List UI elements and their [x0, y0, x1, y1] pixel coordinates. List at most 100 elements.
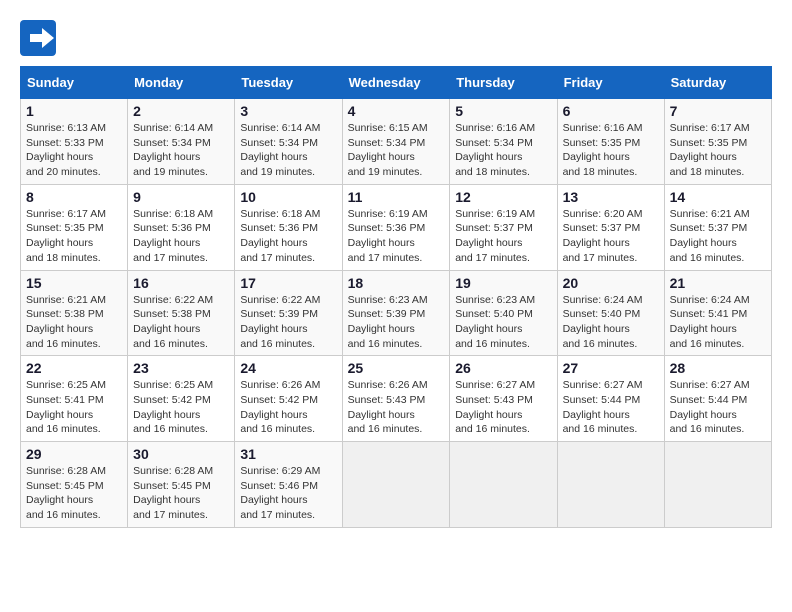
- week-row-4: 22 Sunrise: 6:25 AM Sunset: 5:41 PM Dayl…: [21, 356, 772, 442]
- day-number: 25: [348, 360, 445, 376]
- header-row: SundayMondayTuesdayWednesdayThursdayFrid…: [21, 67, 772, 99]
- day-info: Sunrise: 6:19 AM Sunset: 5:36 PM Dayligh…: [348, 207, 445, 266]
- day-cell: 12 Sunrise: 6:19 AM Sunset: 5:37 PM Dayl…: [450, 184, 557, 270]
- col-header-tuesday: Tuesday: [235, 67, 342, 99]
- day-cell: 21 Sunrise: 6:24 AM Sunset: 5:41 PM Dayl…: [664, 270, 771, 356]
- day-number: 26: [455, 360, 551, 376]
- day-cell: 7 Sunrise: 6:17 AM Sunset: 5:35 PM Dayli…: [664, 99, 771, 185]
- week-row-1: 1 Sunrise: 6:13 AM Sunset: 5:33 PM Dayli…: [21, 99, 772, 185]
- day-number: 21: [670, 275, 766, 291]
- day-cell: 16 Sunrise: 6:22 AM Sunset: 5:38 PM Dayl…: [128, 270, 235, 356]
- day-cell: 23 Sunrise: 6:25 AM Sunset: 5:42 PM Dayl…: [128, 356, 235, 442]
- day-number: 8: [26, 189, 122, 205]
- day-cell: 26 Sunrise: 6:27 AM Sunset: 5:43 PM Dayl…: [450, 356, 557, 442]
- col-header-saturday: Saturday: [664, 67, 771, 99]
- day-number: 18: [348, 275, 445, 291]
- day-cell: 4 Sunrise: 6:15 AM Sunset: 5:34 PM Dayli…: [342, 99, 450, 185]
- day-number: 31: [240, 446, 336, 462]
- week-row-3: 15 Sunrise: 6:21 AM Sunset: 5:38 PM Dayl…: [21, 270, 772, 356]
- day-number: 12: [455, 189, 551, 205]
- day-info: Sunrise: 6:28 AM Sunset: 5:45 PM Dayligh…: [133, 464, 229, 523]
- day-info: Sunrise: 6:27 AM Sunset: 5:43 PM Dayligh…: [455, 378, 551, 437]
- col-header-wednesday: Wednesday: [342, 67, 450, 99]
- day-cell: 2 Sunrise: 6:14 AM Sunset: 5:34 PM Dayli…: [128, 99, 235, 185]
- day-info: Sunrise: 6:16 AM Sunset: 5:35 PM Dayligh…: [563, 121, 659, 180]
- day-cell: 30 Sunrise: 6:28 AM Sunset: 5:45 PM Dayl…: [128, 442, 235, 528]
- day-number: 5: [455, 103, 551, 119]
- day-info: Sunrise: 6:17 AM Sunset: 5:35 PM Dayligh…: [670, 121, 766, 180]
- day-info: Sunrise: 6:19 AM Sunset: 5:37 PM Dayligh…: [455, 207, 551, 266]
- day-number: 2: [133, 103, 229, 119]
- day-info: Sunrise: 6:28 AM Sunset: 5:45 PM Dayligh…: [26, 464, 122, 523]
- col-header-monday: Monday: [128, 67, 235, 99]
- day-info: Sunrise: 6:22 AM Sunset: 5:39 PM Dayligh…: [240, 293, 336, 352]
- day-info: Sunrise: 6:23 AM Sunset: 5:39 PM Dayligh…: [348, 293, 445, 352]
- day-cell: 24 Sunrise: 6:26 AM Sunset: 5:42 PM Dayl…: [235, 356, 342, 442]
- day-cell: 3 Sunrise: 6:14 AM Sunset: 5:34 PM Dayli…: [235, 99, 342, 185]
- day-cell: 9 Sunrise: 6:18 AM Sunset: 5:36 PM Dayli…: [128, 184, 235, 270]
- day-number: 22: [26, 360, 122, 376]
- day-number: 16: [133, 275, 229, 291]
- day-number: 14: [670, 189, 766, 205]
- logo: [20, 20, 60, 56]
- day-number: 23: [133, 360, 229, 376]
- day-number: 27: [563, 360, 659, 376]
- day-number: 6: [563, 103, 659, 119]
- day-cell: [342, 442, 450, 528]
- day-info: Sunrise: 6:18 AM Sunset: 5:36 PM Dayligh…: [133, 207, 229, 266]
- day-number: 11: [348, 189, 445, 205]
- col-header-friday: Friday: [557, 67, 664, 99]
- day-number: 19: [455, 275, 551, 291]
- week-row-5: 29 Sunrise: 6:28 AM Sunset: 5:45 PM Dayl…: [21, 442, 772, 528]
- day-info: Sunrise: 6:27 AM Sunset: 5:44 PM Dayligh…: [670, 378, 766, 437]
- day-info: Sunrise: 6:24 AM Sunset: 5:41 PM Dayligh…: [670, 293, 766, 352]
- day-number: 17: [240, 275, 336, 291]
- day-cell: 14 Sunrise: 6:21 AM Sunset: 5:37 PM Dayl…: [664, 184, 771, 270]
- day-info: Sunrise: 6:26 AM Sunset: 5:43 PM Dayligh…: [348, 378, 445, 437]
- day-number: 28: [670, 360, 766, 376]
- day-number: 7: [670, 103, 766, 119]
- day-cell: 31 Sunrise: 6:29 AM Sunset: 5:46 PM Dayl…: [235, 442, 342, 528]
- day-cell: 18 Sunrise: 6:23 AM Sunset: 5:39 PM Dayl…: [342, 270, 450, 356]
- day-number: 15: [26, 275, 122, 291]
- day-number: 24: [240, 360, 336, 376]
- day-info: Sunrise: 6:25 AM Sunset: 5:41 PM Dayligh…: [26, 378, 122, 437]
- header: [20, 20, 772, 56]
- day-info: Sunrise: 6:17 AM Sunset: 5:35 PM Dayligh…: [26, 207, 122, 266]
- day-info: Sunrise: 6:21 AM Sunset: 5:37 PM Dayligh…: [670, 207, 766, 266]
- day-cell: 29 Sunrise: 6:28 AM Sunset: 5:45 PM Dayl…: [21, 442, 128, 528]
- day-cell: 8 Sunrise: 6:17 AM Sunset: 5:35 PM Dayli…: [21, 184, 128, 270]
- day-cell: 25 Sunrise: 6:26 AM Sunset: 5:43 PM Dayl…: [342, 356, 450, 442]
- day-info: Sunrise: 6:29 AM Sunset: 5:46 PM Dayligh…: [240, 464, 336, 523]
- day-info: Sunrise: 6:21 AM Sunset: 5:38 PM Dayligh…: [26, 293, 122, 352]
- day-info: Sunrise: 6:18 AM Sunset: 5:36 PM Dayligh…: [240, 207, 336, 266]
- day-number: 13: [563, 189, 659, 205]
- day-number: 1: [26, 103, 122, 119]
- day-cell: 1 Sunrise: 6:13 AM Sunset: 5:33 PM Dayli…: [21, 99, 128, 185]
- day-cell: 13 Sunrise: 6:20 AM Sunset: 5:37 PM Dayl…: [557, 184, 664, 270]
- day-cell: 22 Sunrise: 6:25 AM Sunset: 5:41 PM Dayl…: [21, 356, 128, 442]
- day-info: Sunrise: 6:14 AM Sunset: 5:34 PM Dayligh…: [133, 121, 229, 180]
- col-header-thursday: Thursday: [450, 67, 557, 99]
- day-number: 29: [26, 446, 122, 462]
- day-cell: [557, 442, 664, 528]
- day-info: Sunrise: 6:26 AM Sunset: 5:42 PM Dayligh…: [240, 378, 336, 437]
- day-cell: 19 Sunrise: 6:23 AM Sunset: 5:40 PM Dayl…: [450, 270, 557, 356]
- day-cell: 20 Sunrise: 6:24 AM Sunset: 5:40 PM Dayl…: [557, 270, 664, 356]
- day-cell: 17 Sunrise: 6:22 AM Sunset: 5:39 PM Dayl…: [235, 270, 342, 356]
- day-number: 20: [563, 275, 659, 291]
- day-number: 30: [133, 446, 229, 462]
- day-info: Sunrise: 6:25 AM Sunset: 5:42 PM Dayligh…: [133, 378, 229, 437]
- day-info: Sunrise: 6:13 AM Sunset: 5:33 PM Dayligh…: [26, 121, 122, 180]
- week-row-2: 8 Sunrise: 6:17 AM Sunset: 5:35 PM Dayli…: [21, 184, 772, 270]
- day-cell: 15 Sunrise: 6:21 AM Sunset: 5:38 PM Dayl…: [21, 270, 128, 356]
- day-number: 9: [133, 189, 229, 205]
- logo-icon: [20, 20, 56, 56]
- day-info: Sunrise: 6:14 AM Sunset: 5:34 PM Dayligh…: [240, 121, 336, 180]
- day-number: 3: [240, 103, 336, 119]
- day-info: Sunrise: 6:20 AM Sunset: 5:37 PM Dayligh…: [563, 207, 659, 266]
- day-number: 4: [348, 103, 445, 119]
- day-info: Sunrise: 6:24 AM Sunset: 5:40 PM Dayligh…: [563, 293, 659, 352]
- day-cell: [664, 442, 771, 528]
- day-cell: 6 Sunrise: 6:16 AM Sunset: 5:35 PM Dayli…: [557, 99, 664, 185]
